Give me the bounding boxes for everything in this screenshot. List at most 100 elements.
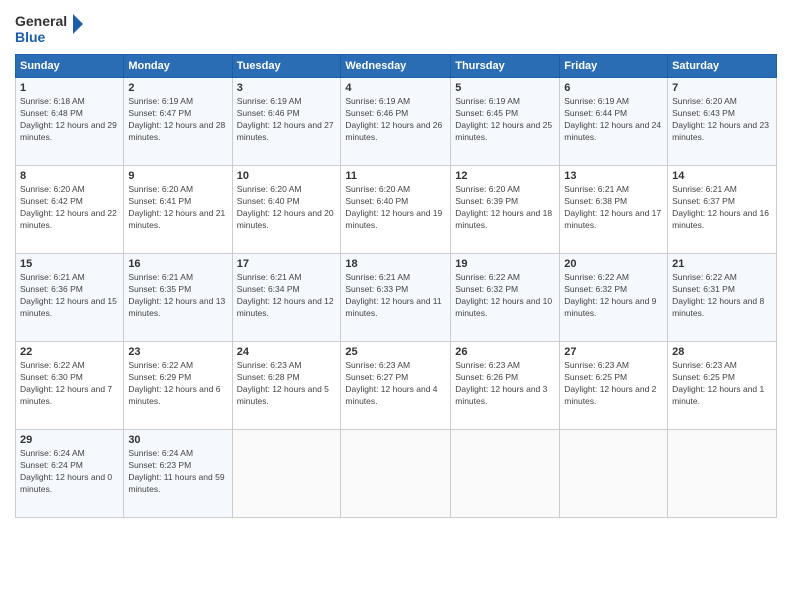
day-number: 27: [564, 346, 663, 358]
calendar-cell: 20Sunrise: 6:22 AMSunset: 6:32 PMDayligh…: [560, 254, 668, 342]
logo: GeneralBlue: [15, 10, 85, 46]
day-content: Sunrise: 6:23 AMSunset: 6:27 PMDaylight:…: [345, 360, 446, 408]
day-number: 21: [672, 258, 772, 270]
day-number: 22: [20, 346, 119, 358]
calendar-cell: 29 Sunrise: 6:24 AMSunset: 6:24 PMDayligh…: [16, 430, 124, 518]
day-number: 13: [564, 170, 663, 182]
page-container: GeneralBlue SundayMondayTuesdayWednesday…: [0, 0, 792, 612]
day-number: 26: [455, 346, 555, 358]
calendar-cell: 13 Sunrise: 6:21 AMSunset: 6:38 PMDayligh…: [560, 166, 668, 254]
calendar-cell: 15Sunrise: 6:21 AMSunset: 6:36 PMDayligh…: [16, 254, 124, 342]
day-number: 12: [455, 170, 555, 182]
calendar-cell: 22 Sunrise: 6:22 AMSunset: 6:30 PMDayligh…: [16, 342, 124, 430]
day-number: 14: [672, 170, 772, 182]
day-number: 8: [20, 170, 119, 182]
calendar-cell: 11 Sunrise: 6:20 AMSunset: 6:40 PMDayligh…: [341, 166, 451, 254]
day-content: Sunrise: 6:20 AMSunset: 6:41 PMDaylight:…: [128, 184, 227, 232]
calendar-cell: 16 Sunrise: 6:21 AMSunset: 6:35 PMDayligh…: [124, 254, 232, 342]
day-content: Sunrise: 6:21 AMSunset: 6:38 PMDaylight:…: [564, 184, 663, 232]
day-content: Sunrise: 6:24 AMSunset: 6:24 PMDaylight:…: [20, 448, 119, 496]
day-content: Sunrise: 6:21 AMSunset: 6:35 PMDaylight:…: [128, 272, 227, 320]
day-number: 28: [672, 346, 772, 358]
calendar-cell: 28 Sunrise: 6:23 AMSunset: 6:25 PMDayligh…: [668, 342, 777, 430]
calendar-cell: 3 Sunrise: 6:19 AMSunset: 6:46 PMDaylight…: [232, 78, 341, 166]
calendar-cell: 8 Sunrise: 6:20 AMSunset: 6:42 PMDaylight…: [16, 166, 124, 254]
day-content: Sunrise: 6:20 AMSunset: 6:40 PMDaylight:…: [237, 184, 337, 232]
calendar-cell: 19 Sunrise: 6:22 AMSunset: 6:32 PMDayligh…: [451, 254, 560, 342]
day-content: Sunrise: 6:20 AMSunset: 6:40 PMDaylight:…: [345, 184, 446, 232]
day-number: 17: [237, 258, 337, 270]
weekday-header-monday: Monday: [124, 55, 232, 78]
day-content: Sunrise: 6:18 AMSunset: 6:48 PMDaylight:…: [20, 96, 119, 144]
day-content: Sunrise: 6:21 AMSunset: 6:33 PMDaylight:…: [345, 272, 446, 320]
calendar-cell: 14 Sunrise: 6:21 AMSunset: 6:37 PMDayligh…: [668, 166, 777, 254]
day-content: Sunrise: 6:23 AMSunset: 6:25 PMDaylight:…: [564, 360, 663, 408]
calendar-cell: 1Sunrise: 6:18 AMSunset: 6:48 PMDaylight…: [16, 78, 124, 166]
calendar-week-1: 1Sunrise: 6:18 AMSunset: 6:48 PMDaylight…: [16, 78, 777, 166]
day-number: 20: [564, 258, 663, 270]
weekday-header-thursday: Thursday: [451, 55, 560, 78]
day-content: Sunrise: 6:19 AMSunset: 6:44 PMDaylight:…: [564, 96, 663, 144]
day-content: Sunrise: 6:19 AMSunset: 6:46 PMDaylight:…: [345, 96, 446, 144]
calendar-week-3: 15Sunrise: 6:21 AMSunset: 6:36 PMDayligh…: [16, 254, 777, 342]
weekday-header-wednesday: Wednesday: [341, 55, 451, 78]
day-content: Sunrise: 6:22 AMSunset: 6:31 PMDaylight:…: [672, 272, 772, 320]
svg-text:Blue: Blue: [15, 29, 46, 45]
calendar-cell: [451, 430, 560, 518]
day-content: Sunrise: 6:22 AMSunset: 6:29 PMDaylight:…: [128, 360, 227, 408]
calendar-cell: 5Sunrise: 6:19 AMSunset: 6:45 PMDaylight…: [451, 78, 560, 166]
day-number: 9: [128, 170, 227, 182]
day-number: 5: [455, 82, 555, 94]
day-content: Sunrise: 6:20 AMSunset: 6:42 PMDaylight:…: [20, 184, 119, 232]
day-number: 18: [345, 258, 446, 270]
calendar-cell: 23 Sunrise: 6:22 AMSunset: 6:29 PMDayligh…: [124, 342, 232, 430]
day-content: Sunrise: 6:23 AMSunset: 6:28 PMDaylight:…: [237, 360, 337, 408]
calendar-cell: 25Sunrise: 6:23 AMSunset: 6:27 PMDayligh…: [341, 342, 451, 430]
calendar-cell: [341, 430, 451, 518]
day-number: 24: [237, 346, 337, 358]
calendar-cell: 10 Sunrise: 6:20 AMSunset: 6:40 PMDayligh…: [232, 166, 341, 254]
calendar-cell: 18 Sunrise: 6:21 AMSunset: 6:33 PMDayligh…: [341, 254, 451, 342]
day-content: Sunrise: 6:19 AMSunset: 6:46 PMDaylight:…: [237, 96, 337, 144]
calendar-cell: 17 Sunrise: 6:21 AMSunset: 6:34 PMDayligh…: [232, 254, 341, 342]
day-number: 19: [455, 258, 555, 270]
day-content: Sunrise: 6:23 AMSunset: 6:25 PMDaylight:…: [672, 360, 772, 408]
day-content: Sunrise: 6:22 AMSunset: 6:32 PMDaylight:…: [455, 272, 555, 320]
day-content: Sunrise: 6:21 AMSunset: 6:37 PMDaylight:…: [672, 184, 772, 232]
day-number: 10: [237, 170, 337, 182]
calendar-week-2: 8 Sunrise: 6:20 AMSunset: 6:42 PMDaylight…: [16, 166, 777, 254]
day-content: Sunrise: 6:20 AMSunset: 6:43 PMDaylight:…: [672, 96, 772, 144]
day-number: 29: [20, 434, 119, 446]
calendar-week-4: 22 Sunrise: 6:22 AMSunset: 6:30 PMDayligh…: [16, 342, 777, 430]
day-number: 7: [672, 82, 772, 94]
calendar-cell: [560, 430, 668, 518]
day-number: 6: [564, 82, 663, 94]
day-content: Sunrise: 6:19 AMSunset: 6:47 PMDaylight:…: [128, 96, 227, 144]
calendar-cell: 9 Sunrise: 6:20 AMSunset: 6:41 PMDaylight…: [124, 166, 232, 254]
header: GeneralBlue: [15, 10, 777, 46]
calendar-cell: [668, 430, 777, 518]
weekday-header-saturday: Saturday: [668, 55, 777, 78]
day-content: Sunrise: 6:22 AMSunset: 6:30 PMDaylight:…: [20, 360, 119, 408]
calendar-cell: 21 Sunrise: 6:22 AMSunset: 6:31 PMDayligh…: [668, 254, 777, 342]
calendar-cell: 6 Sunrise: 6:19 AMSunset: 6:44 PMDaylight…: [560, 78, 668, 166]
calendar-cell: 26Sunrise: 6:23 AMSunset: 6:26 PMDayligh…: [451, 342, 560, 430]
calendar-cell: 4Sunrise: 6:19 AMSunset: 6:46 PMDaylight…: [341, 78, 451, 166]
calendar-cell: 2 Sunrise: 6:19 AMSunset: 6:47 PMDaylight…: [124, 78, 232, 166]
day-content: Sunrise: 6:21 AMSunset: 6:34 PMDaylight:…: [237, 272, 337, 320]
weekday-header-row: SundayMondayTuesdayWednesdayThursdayFrid…: [16, 55, 777, 78]
calendar-cell: 24 Sunrise: 6:23 AMSunset: 6:28 PMDayligh…: [232, 342, 341, 430]
day-number: 30: [128, 434, 227, 446]
calendar-cell: 27 Sunrise: 6:23 AMSunset: 6:25 PMDayligh…: [560, 342, 668, 430]
day-number: 3: [237, 82, 337, 94]
calendar-cell: 30Sunrise: 6:24 AMSunset: 6:23 PMDayligh…: [124, 430, 232, 518]
day-content: Sunrise: 6:21 AMSunset: 6:36 PMDaylight:…: [20, 272, 119, 320]
day-number: 23: [128, 346, 227, 358]
day-number: 2: [128, 82, 227, 94]
calendar-cell: 7 Sunrise: 6:20 AMSunset: 6:43 PMDaylight…: [668, 78, 777, 166]
day-number: 11: [345, 170, 446, 182]
weekday-header-sunday: Sunday: [16, 55, 124, 78]
day-number: 16: [128, 258, 227, 270]
weekday-header-friday: Friday: [560, 55, 668, 78]
logo-svg: GeneralBlue: [15, 10, 85, 46]
